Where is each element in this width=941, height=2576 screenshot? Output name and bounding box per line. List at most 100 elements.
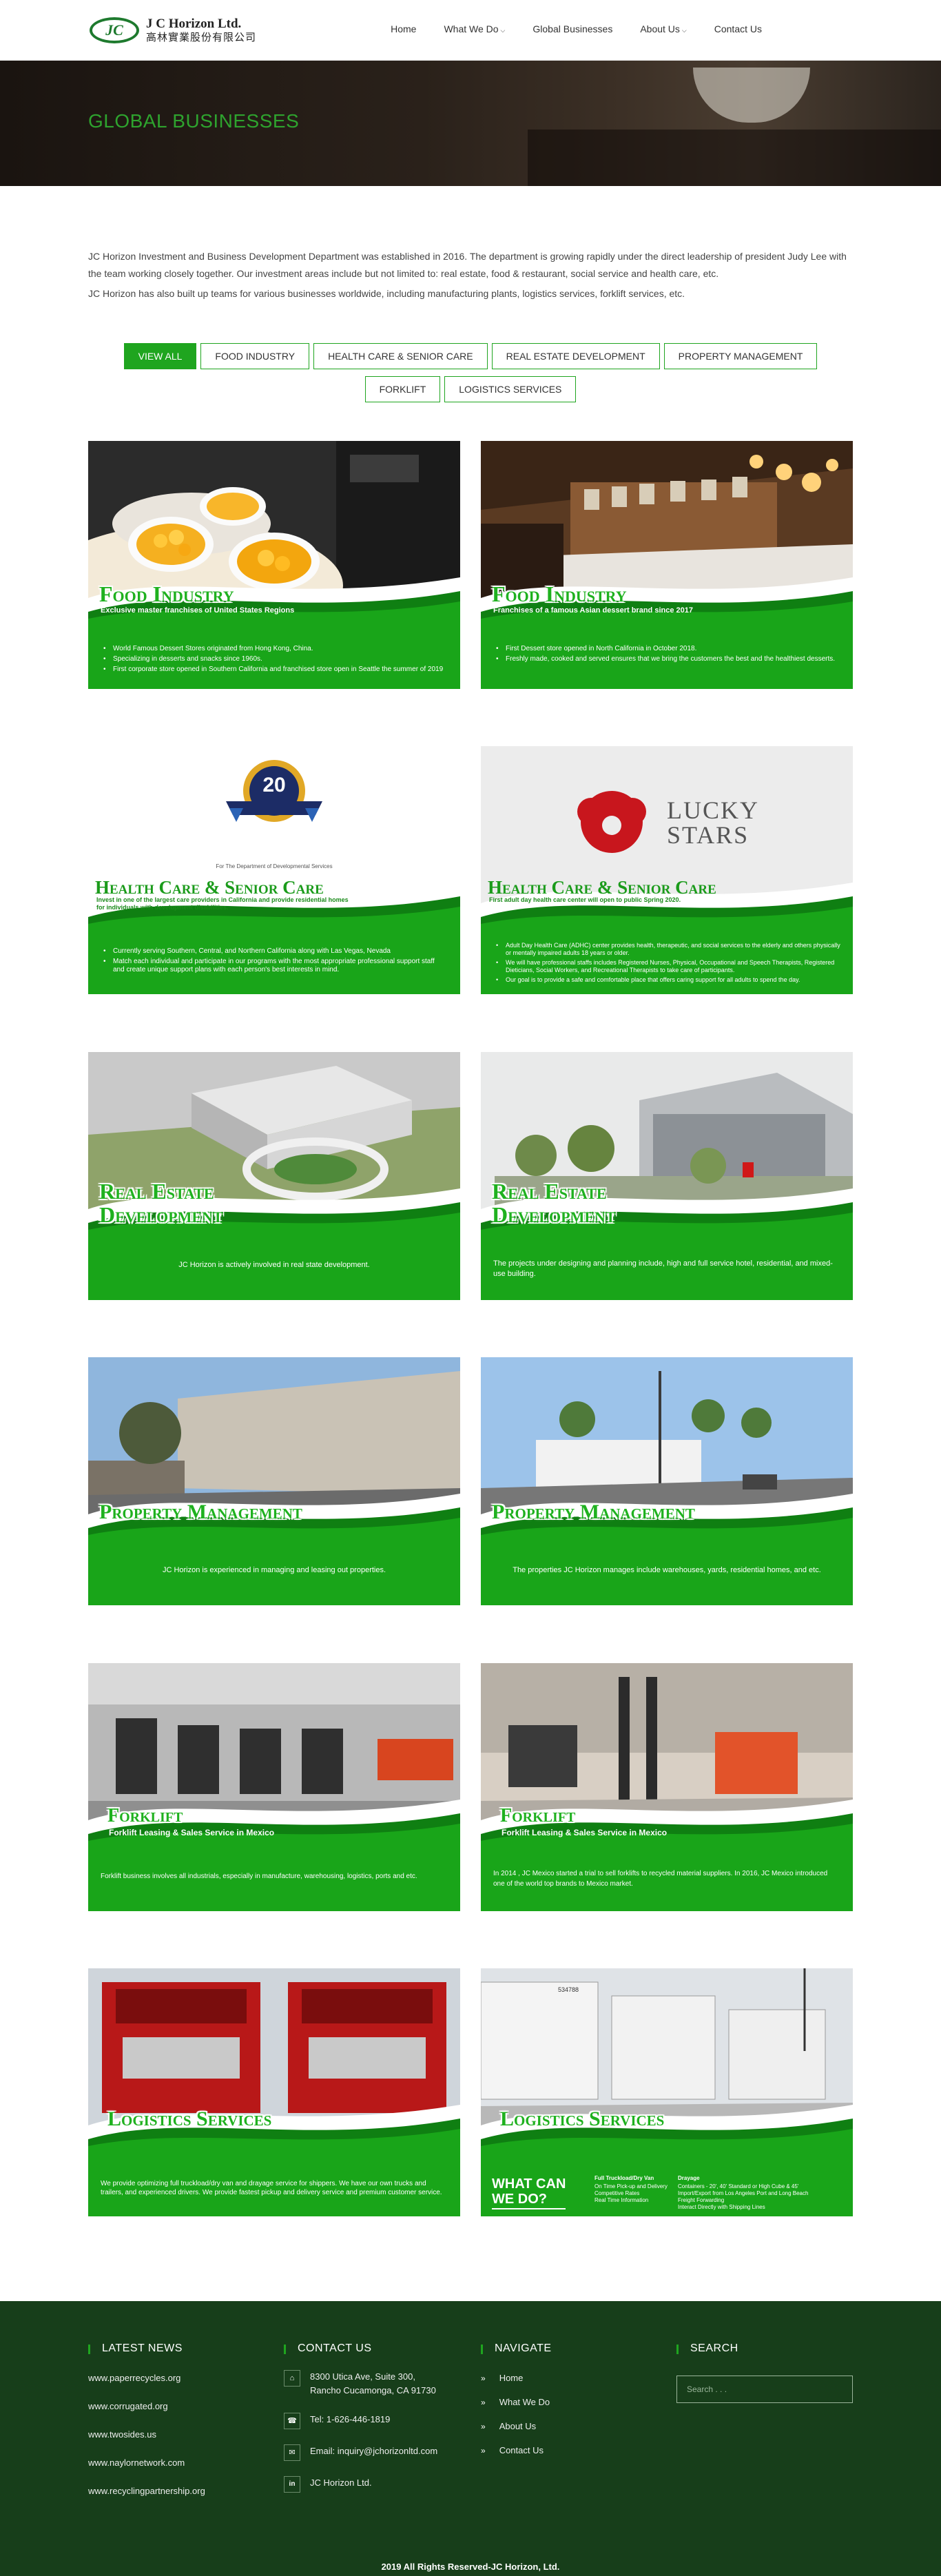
nav-about-us[interactable]: About Us ⌵ [626, 21, 700, 37]
contact-phone[interactable]: ☎ Tel: 1-626-446-1819 [284, 2413, 437, 2429]
intro-paragraph: JC Horizon Investment and Business Devel… [88, 251, 847, 279]
business-card-health-care[interactable]: LUCKY STARS Health Care & Senior Care Fi… [481, 746, 853, 994]
phone-icon: ☎ [284, 2413, 300, 2429]
footer-nav-contact-us[interactable]: » Contact Us [481, 2445, 552, 2455]
footer-navigate: NAVIGATE » Home » What We Do » About Us » Co… [481, 2342, 552, 2455]
list-item: Real Time Information [594, 2197, 649, 2203]
list-item: World Famous Dessert Stores originated f… [103, 645, 448, 653]
list-item: Adult Day Health Care (ADHC) center prov… [496, 942, 840, 957]
list-item: Containers - 20', 40' Standard or High C… [678, 2183, 799, 2189]
card-title: Property Management [492, 1501, 695, 1523]
list-item: First corporate store opened in Southern… [103, 666, 448, 674]
card-title: Logistics Services [500, 2108, 665, 2130]
list-item: Our goal is to provide a safe and comfor… [496, 976, 840, 984]
news-link[interactable]: www.twosides.us [88, 2429, 205, 2440]
business-card-logistics[interactable]: 534788 Logistics Services WHAT CAN WE DO… [481, 1968, 853, 2216]
footer-heading: LATEST NEWS [88, 2342, 205, 2355]
card-title: Logistics Services [107, 2108, 272, 2130]
logo-mark: JC [90, 17, 139, 43]
business-card-property-management[interactable]: Property Management JC Horizon is experi… [88, 1357, 460, 1605]
footer-contact: CONTACT US ⌂ 8300 Utica Ave, Suite 300, R… [284, 2342, 437, 2493]
home-icon: ⌂ [284, 2370, 300, 2387]
card-bullets: World Famous Dessert Stores originated f… [103, 645, 448, 676]
footer-search: SEARCH Search . . . [676, 2342, 853, 2403]
badge-number: 20 [262, 774, 286, 796]
what-can-we-do-heading: WHAT CAN WE DO? [492, 2176, 566, 2209]
news-link[interactable]: www.corrugated.org [88, 2401, 205, 2411]
nav-contact-us[interactable]: Contact Us [701, 21, 776, 37]
business-card-health-care[interactable]: 20 For The Department of Developmental S… [88, 746, 460, 994]
footer-nav-about-us[interactable]: » About Us [481, 2421, 552, 2431]
copyright-text: 2019 All Rights Reserved-JC Horizon, Ltd… [381, 2562, 560, 2572]
footer-nav-home[interactable]: » Home [481, 2373, 552, 2383]
list-item: Specializing in desserts and snacks sinc… [103, 655, 448, 663]
footer-latest-news: LATEST NEWS www.paperrecycles.org www.co… [88, 2342, 205, 2496]
nav-home[interactable]: Home [377, 21, 430, 37]
business-card-food-industry[interactable]: Food Industry Franchises of a famous Asi… [481, 441, 853, 689]
filter-real-estate[interactable]: REAL ESTATE DEVELOPMENT [491, 343, 660, 369]
card-description: We provide optimizing full truckload/dry… [101, 2180, 442, 2196]
nav-global-businesses[interactable]: Global Businesses [519, 21, 626, 37]
envelope-icon: ✉ [284, 2444, 300, 2461]
card-title: Real Estate Development [492, 1179, 616, 1227]
chevron-right-icon: » [481, 2422, 486, 2431]
nav-what-we-do[interactable]: What We Do ⌵ [430, 21, 519, 37]
business-card-real-estate[interactable]: Real Estate Development The projects und… [481, 1052, 853, 1300]
business-card-forklift[interactable]: Forklift Forklift Leasing & Sales Servic… [88, 1663, 460, 1911]
search-input[interactable]: Search . . . [676, 2376, 853, 2403]
card-description: JC Horizon is experienced in managing an… [162, 1566, 386, 1574]
list-item: We will have professional staffs include… [496, 959, 840, 974]
list-item: Currently serving Southern, Central, and… [103, 947, 448, 956]
footer-heading: SEARCH [676, 2342, 853, 2355]
filter-food-industry[interactable]: FOOD INDUSTRY [200, 343, 310, 369]
logo-name-en: J C Horizon Ltd. [146, 17, 242, 32]
trailer-number: 534788 [558, 1986, 579, 1993]
site-logo[interactable]: JC J C Horizon Ltd. 高林實業股份有限公司 [90, 15, 256, 45]
list-item: On Time Pick-up and Delivery [594, 2183, 668, 2189]
contact-linkedin[interactable]: in JC Horizon Ltd. [284, 2476, 437, 2493]
card-bullets: First Dessert store opened in North Cali… [496, 645, 840, 666]
list-item: Freshly made, cooked and served ensures … [496, 655, 840, 663]
footer-heading: CONTACT US [284, 2342, 437, 2355]
site-header: JC J C Horizon Ltd. 高林實業股份有限公司 Home What… [0, 0, 941, 61]
list-item: Competitive Rates [594, 2190, 640, 2196]
card-subtitle: Exclusive master franchises of United St… [101, 606, 295, 615]
news-link[interactable]: www.recyclingpartnership.org [88, 2486, 205, 2496]
business-card-food-industry[interactable]: Food Industry Exclusive master franchise… [88, 441, 460, 689]
business-card-logistics[interactable]: Logistics Services We provide optimizing… [88, 1968, 460, 2216]
card-title: Property Management [99, 1501, 302, 1523]
business-card-real-estate[interactable]: Real Estate Development JC Horizon is ac… [88, 1052, 460, 1300]
business-card-forklift[interactable]: Forklift Forklift Leasing & Sales Servic… [481, 1663, 853, 1911]
card-subtitle: Franchises of a famous Asian dessert bra… [493, 606, 693, 615]
card-title: Forklift [107, 1805, 183, 1826]
list-item: Freight Forwarding [678, 2197, 725, 2203]
contact-email[interactable]: ✉ Email: inquiry@jchorizonltd.com [284, 2444, 437, 2461]
intro-text: JC Horizon Investment and Business Devel… [88, 248, 853, 305]
intro-paragraph: JC Horizon has also built up teams for v… [88, 288, 685, 299]
card-title: Forklift [500, 1805, 576, 1826]
card-bullets: Adult Day Health Care (ADHC) center prov… [496, 942, 840, 986]
list-item: Interact Directly with Shipping Lines [678, 2204, 765, 2210]
contact-address: ⌂ 8300 Utica Ave, Suite 300, Rancho Cucam… [284, 2370, 437, 2398]
news-link[interactable]: www.paperrecycles.org [88, 2373, 205, 2383]
card-title: Health Care & Senior Care [95, 877, 324, 898]
card-description: The properties JC Horizon manages includ… [513, 1566, 821, 1574]
card-title: Real Estate Development [99, 1179, 223, 1227]
hero-lamp-image [693, 68, 810, 123]
footer-heading: NAVIGATE [481, 2342, 552, 2355]
footer-nav-what-we-do[interactable]: » What We Do [481, 2397, 552, 2407]
filter-logistics[interactable]: LOGISTICS SERVICES [444, 376, 577, 402]
chevron-right-icon: » [481, 2446, 486, 2455]
service-list-drayage: Drayage Containers - 20', 40' Standard o… [678, 2175, 843, 2211]
site-footer: LATEST NEWS www.paperrecycles.org www.co… [0, 2301, 941, 2576]
business-card-property-management[interactable]: Property Management The properties JC Ho… [481, 1357, 853, 1605]
filter-forklift[interactable]: FORKLIFT [364, 376, 441, 402]
news-link[interactable]: www.naylornetwork.com [88, 2457, 205, 2468]
chevron-down-icon: ⌵ [500, 27, 506, 34]
filter-health-care[interactable]: HEALTH CARE & SENIOR CARE [313, 343, 488, 369]
filter-property-management[interactable]: PROPERTY MANAGEMENT [663, 343, 818, 369]
card-description: In 2014 , JC Mexico started a trial to s… [493, 1870, 828, 1888]
list-item: Match each individual and participate in… [103, 958, 448, 974]
filter-view-all[interactable]: VIEW ALL [123, 343, 197, 369]
category-filters: VIEW ALL FOOD INDUSTRY HEALTH CARE & SEN… [95, 343, 846, 402]
